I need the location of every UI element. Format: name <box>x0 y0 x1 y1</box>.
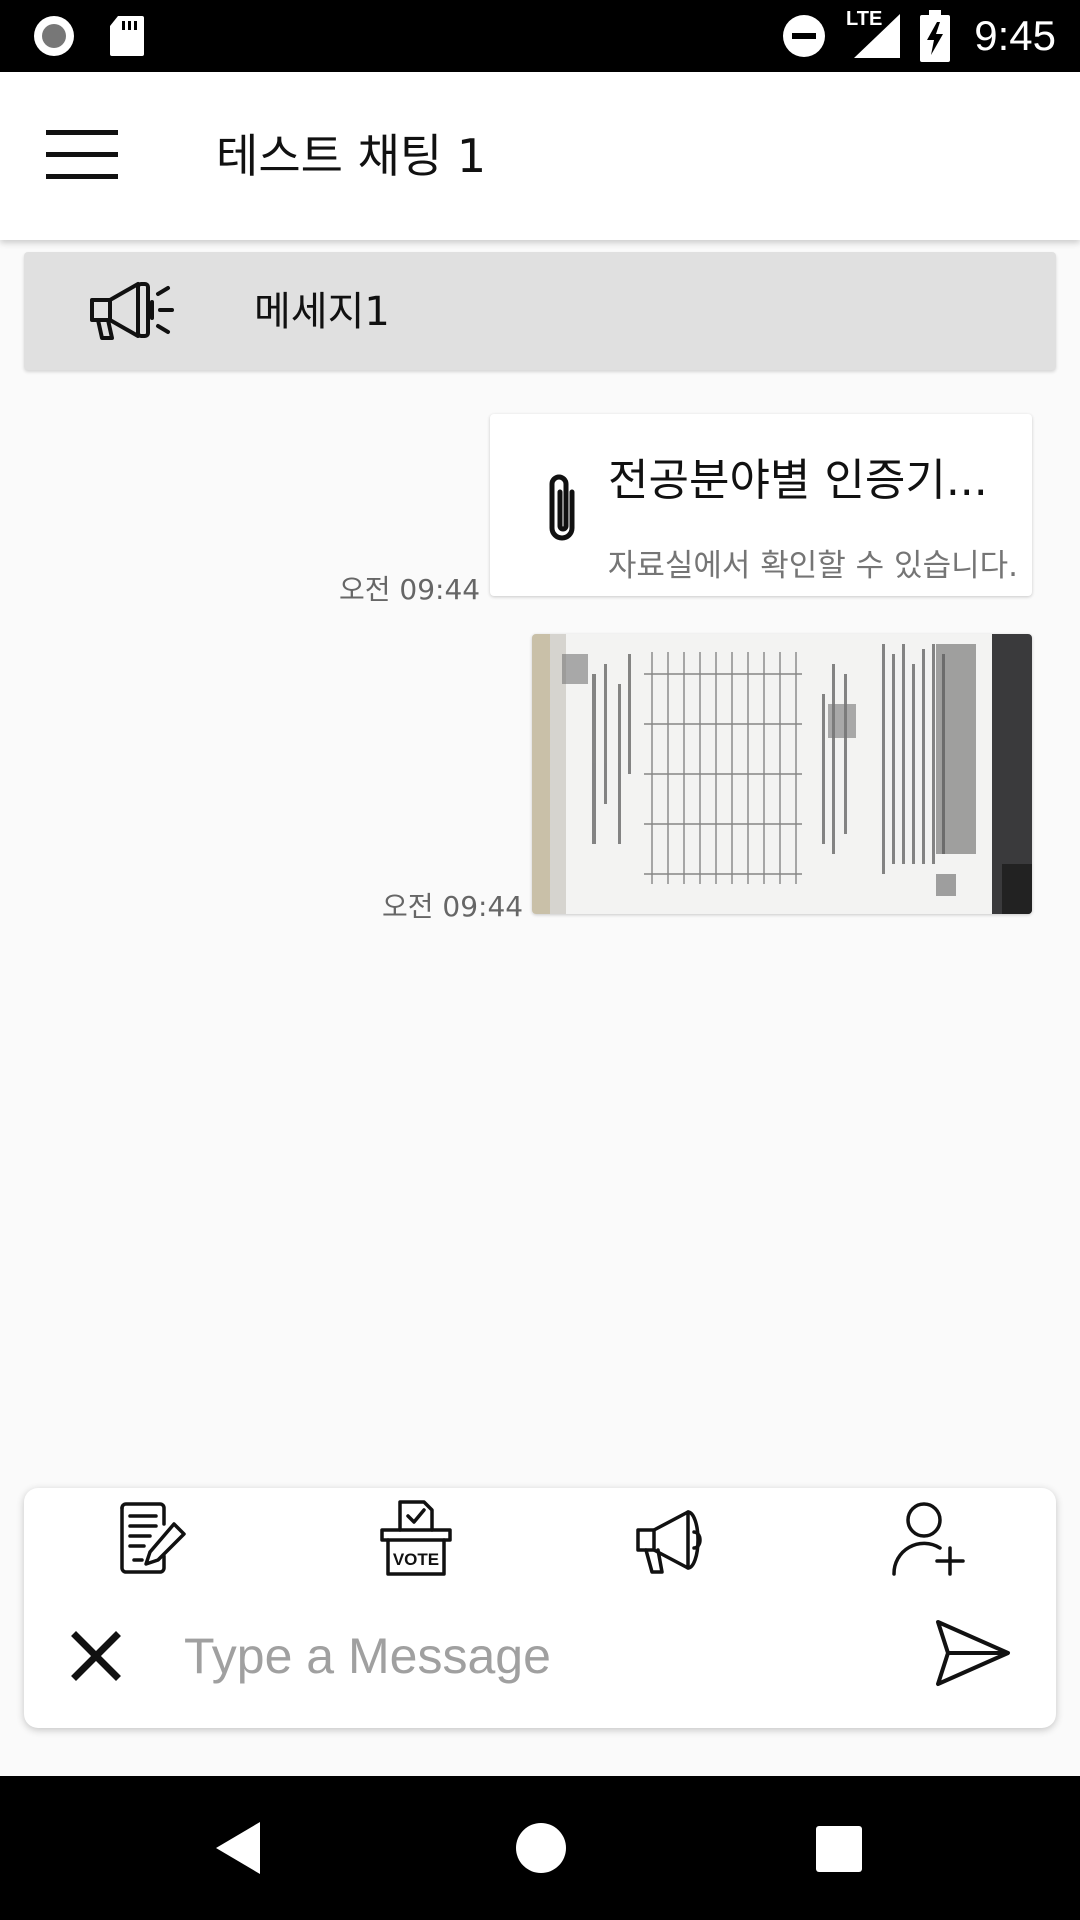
navigation-bar <box>0 1776 1080 1920</box>
message-input[interactable] <box>184 1612 904 1700</box>
message-timestamp: 오전 09:44 <box>382 890 524 923</box>
message-timestamp: 오전 09:44 <box>339 573 481 606</box>
send-icon[interactable] <box>932 1616 1014 1690</box>
megaphone-icon <box>90 282 174 340</box>
compose-card: VOTE <box>24 1488 1056 1728</box>
hamburger-menu-icon[interactable] <box>46 126 120 184</box>
paperclip-icon <box>549 474 575 541</box>
recents-icon[interactable] <box>816 1826 862 1872</box>
home-icon[interactable] <box>515 1822 567 1874</box>
record-icon <box>34 16 74 56</box>
battery-charging-icon <box>920 10 950 62</box>
announcement-icon[interactable] <box>632 1498 712 1578</box>
status-bar: LTE 9:45 <box>0 0 1080 72</box>
add-user-icon[interactable] <box>888 1498 968 1578</box>
image-message-thumbnail[interactable] <box>532 634 1032 914</box>
signal-icon <box>854 14 900 58</box>
file-message-bubble[interactable]: 전공분야별 인증기... 자료실에서 확인할 수 있습니다. <box>490 414 1032 596</box>
svg-text:VOTE: VOTE <box>393 1550 439 1569</box>
status-clock: 9:45 <box>974 12 1056 59</box>
document-edit-icon[interactable] <box>116 1498 196 1578</box>
file-subtitle: 자료실에서 확인할 수 있습니다. <box>607 548 1018 584</box>
do-not-disturb-icon <box>783 15 825 57</box>
document-photo <box>532 634 1032 914</box>
chat-title: 테스트 채팅 1 <box>216 129 487 183</box>
notice-text: 메세지1 <box>254 289 390 335</box>
back-icon[interactable] <box>214 1820 262 1876</box>
close-icon[interactable] <box>64 1624 128 1688</box>
vote-icon[interactable]: VOTE <box>376 1498 456 1578</box>
notice-banner[interactable]: 메세지1 <box>24 252 1056 370</box>
file-name: 전공분야별 인증기... <box>608 455 988 506</box>
sd-card-icon <box>110 16 144 56</box>
app-bar: 테스트 채팅 1 <box>0 72 1080 240</box>
